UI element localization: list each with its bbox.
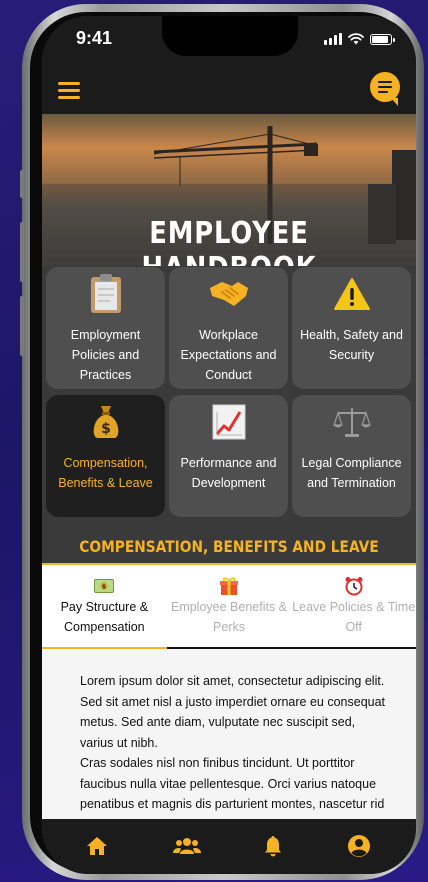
subsection-tabs: $ Pay Structure & Compensation Employee … [42,565,416,649]
category-label: Compensation, Benefits & Leave [58,456,153,490]
category-label: Legal Compliance and Termination [301,456,402,490]
alarm-clock-icon [344,575,364,597]
signal-icon [324,33,342,45]
wifi-icon [348,33,364,45]
category-grid: Employment Policies and Practices Workpl… [46,267,412,517]
home-icon[interactable] [85,834,109,858]
tab-pay-structure[interactable]: $ Pay Structure & Compensation [42,565,167,649]
warning-icon [330,273,374,315]
chat-icon[interactable] [370,72,400,106]
bell-icon[interactable] [261,834,285,858]
category-card-compensation[interactable]: $ Compensation, Benefits & Leave [46,395,165,517]
category-card-workplace-expectations[interactable]: Workplace Expectations and Conduct [169,267,288,389]
menu-icon[interactable] [58,82,80,99]
content-paragraph-2: Cras sodales nisl non finibus tincidunt.… [80,756,385,811]
tab-leave-policies[interactable]: Leave Policies & Time Off [291,565,416,649]
dollar-banknote-icon: $ [94,575,115,597]
tab-label: Employee Benefits & Perks [170,600,288,634]
status-time: 9:41 [76,28,113,48]
category-label: Employment Policies and Practices [70,328,141,382]
chart-increasing-icon [207,401,251,443]
hero-banner: EMPLOYEE HANDBOOK [42,114,416,266]
category-card-legal-compliance[interactable]: Legal Compliance and Termination [292,395,411,517]
category-card-employment-policies[interactable]: Employment Policies and Practices [46,267,165,389]
category-label: Workplace Expectations and Conduct [180,328,277,382]
status-bar: 9:41 [42,16,416,66]
tab-employee-benefits[interactable]: Employee Benefits & Perks [166,565,292,649]
category-label: Health, Safety and Security [300,328,403,362]
clipboard-icon [84,273,128,315]
handshake-icon [207,273,251,315]
money-bag-icon: $ [84,401,128,443]
status-icons [324,33,395,45]
tab-label: Leave Policies & Time Off [292,600,416,634]
bottom-navigation [42,819,416,874]
side-button-volume-down [20,296,24,356]
category-label: Performance and Development [180,456,277,490]
tab-label: Pay Structure & Compensation [60,600,149,634]
svg-text:$: $ [101,421,111,437]
app-bar [42,66,416,114]
category-card-performance[interactable]: Performance and Development [169,395,288,517]
content-text: Lorem ipsum dolor sit amet, consectetur … [80,671,390,815]
app-screen: 9:41 EMPLOYEE Employment Policies and Pr… [42,16,416,874]
gift-icon [219,575,239,597]
side-button-volume-up [20,222,24,282]
user-circle-icon[interactable] [347,834,371,858]
content-paragraph-1: Lorem ipsum dolor sit amet, consectetur … [80,674,386,750]
section-title: COMPENSATION, BENEFITS AND LEAVE [79,537,379,556]
svg-text:$: $ [102,584,106,591]
scales-icon [330,401,374,443]
battery-icon [370,33,395,45]
page-title: EMPLOYEE HANDBOOK [142,216,316,266]
side-button-silent [20,170,24,198]
section-content: Lorem ipsum dolor sit amet, consectetur … [42,649,416,819]
dynamic-island [162,16,298,56]
category-card-health-safety[interactable]: Health, Safety and Security [292,267,411,389]
people-icon[interactable] [173,834,201,858]
